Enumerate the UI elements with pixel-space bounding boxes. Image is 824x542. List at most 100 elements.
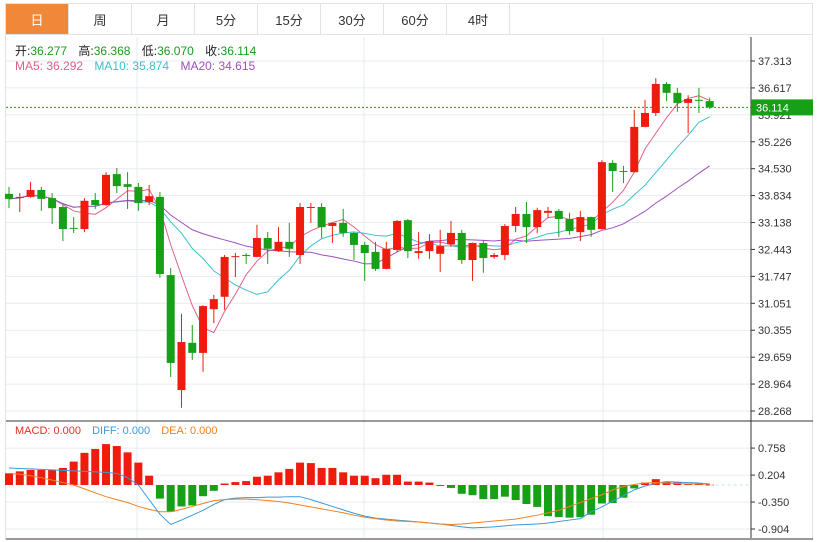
macd-bar	[371, 478, 380, 485]
macd-bar	[382, 474, 391, 485]
candle	[360, 241, 369, 281]
y-tick-label: 33.138	[758, 218, 792, 230]
candle-body	[252, 237, 261, 257]
candle-body	[662, 83, 671, 93]
macd-bar	[457, 485, 466, 494]
macd-bar	[285, 468, 294, 485]
macd-bar	[209, 485, 218, 491]
candle	[220, 254, 229, 310]
macd-y-tick-label: -0.350	[758, 497, 789, 509]
high-value: 36.368	[93, 44, 131, 58]
candle	[651, 78, 660, 117]
y-tick-label: 35.226	[758, 137, 792, 149]
macd-bar	[26, 469, 35, 485]
candle	[511, 206, 520, 233]
macd-bar	[608, 485, 617, 504]
ma20-value: MA20: 34.615	[180, 59, 256, 73]
candle-body	[694, 99, 703, 101]
y-tick-label: 32.443	[758, 244, 792, 256]
y-tick-label: 28.268	[758, 406, 792, 418]
macd-y-tick-label: 0.204	[758, 470, 786, 482]
candle-body	[317, 206, 326, 228]
candle-body	[360, 244, 369, 254]
candle-body	[597, 162, 606, 230]
candle-body	[37, 189, 46, 199]
candle	[544, 206, 552, 218]
macd-bar	[554, 485, 563, 518]
candle-body	[80, 200, 89, 230]
candle	[274, 227, 283, 252]
candle-body	[199, 306, 208, 353]
candle-body	[296, 206, 305, 255]
ma5-value: MA5: 36.292	[15, 59, 84, 73]
candle	[102, 172, 111, 206]
candle	[565, 212, 574, 235]
candle	[597, 160, 606, 230]
macd-bar	[436, 485, 445, 486]
candle	[349, 232, 358, 261]
macd-bar	[69, 461, 78, 485]
candle	[662, 82, 671, 101]
candle	[641, 99, 650, 128]
macd-bar	[15, 471, 24, 485]
candle	[5, 186, 13, 209]
candle-body	[403, 220, 412, 252]
macd-bar	[231, 482, 240, 485]
candle-body	[382, 248, 391, 269]
candle-body	[242, 254, 251, 256]
macd-bar	[166, 485, 175, 512]
candle	[630, 109, 639, 173]
candle	[490, 253, 499, 259]
candle	[26, 181, 35, 198]
candle-body	[511, 213, 520, 226]
macd-bar	[479, 485, 488, 500]
macd-bar	[446, 485, 455, 488]
candle-body	[274, 241, 283, 252]
macd-info: MACD: 0.000 DIFF: 0.000 DEA: 0.000	[15, 425, 226, 437]
candle-body	[102, 174, 111, 206]
candle-body	[123, 184, 132, 187]
candlestick-chart[interactable]: 37.31336.61735.92135.22634.53033.83433.1…	[0, 0, 824, 542]
candle-body	[349, 232, 358, 245]
candle	[242, 253, 251, 264]
candle-body	[554, 210, 563, 219]
macd-bar	[177, 485, 186, 507]
macd-bar	[48, 469, 57, 485]
candle	[608, 160, 617, 192]
candle	[317, 203, 326, 238]
candle-body	[69, 227, 78, 229]
y-tick-label: 36.617	[758, 83, 792, 95]
candle	[694, 87, 703, 113]
macd-bar	[339, 472, 348, 485]
macd-bar	[220, 483, 229, 485]
macd-bar	[296, 462, 305, 485]
candle	[468, 242, 477, 281]
candle-body	[134, 186, 143, 204]
candle-body	[533, 210, 542, 228]
candle	[382, 241, 391, 270]
candle-body	[263, 237, 272, 249]
y-tick-label: 31.051	[758, 298, 792, 310]
macd-bar	[360, 475, 369, 485]
candle-body	[479, 242, 488, 259]
candle-body	[231, 256, 240, 258]
macd-bar	[317, 467, 326, 485]
macd-bar	[134, 462, 143, 485]
ma10-value: MA10: 35.874	[94, 59, 170, 73]
candle-body	[425, 241, 434, 252]
candle-body	[468, 242, 477, 261]
low-value: 36.070	[157, 44, 194, 58]
candle	[112, 167, 121, 194]
candle	[80, 198, 89, 233]
macd-bar	[145, 475, 154, 485]
y-tick-label: 31.747	[758, 271, 792, 283]
candle	[306, 203, 315, 223]
high-label: 高:	[78, 44, 94, 58]
candle	[414, 232, 423, 259]
candle	[684, 95, 693, 134]
macd-bar	[112, 446, 121, 485]
macd-y-tick-label: -0.904	[758, 524, 789, 536]
candle-body	[58, 206, 67, 230]
candle-body	[544, 210, 552, 213]
candle-body	[619, 171, 628, 173]
